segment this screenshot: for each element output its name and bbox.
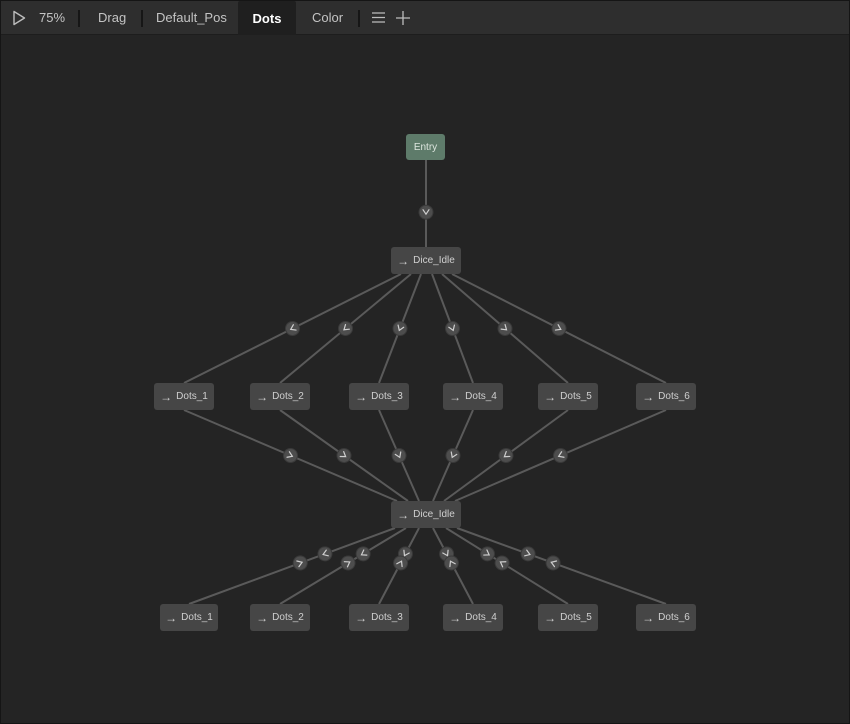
arrow-icon: → — [544, 389, 557, 404]
transition-line — [456, 527, 667, 605]
arrow-icon: → — [449, 389, 462, 404]
node-label: Dots_1 — [181, 612, 213, 623]
state-node-dots-5-lower[interactable]: → Dots_5 — [538, 604, 598, 631]
arrow-icon: → — [642, 389, 655, 404]
node-label: Dots_1 — [176, 391, 208, 402]
node-label: Dots_2 — [272, 612, 304, 623]
entry-node[interactable]: Entry — [406, 134, 445, 160]
transition-marker-icon[interactable] — [390, 446, 408, 464]
transition-marker-icon[interactable] — [281, 446, 299, 464]
add-tab-button[interactable] — [395, 1, 411, 34]
tab-default-pos[interactable]: Default_Pos — [156, 1, 227, 34]
state-node-dots-4-upper[interactable]: → Dots_4 — [443, 383, 503, 410]
node-label: Dots_5 — [560, 391, 592, 402]
node-label: Dots_4 — [465, 612, 497, 623]
state-node-dots-3-upper[interactable]: → Dots_3 — [349, 383, 409, 410]
transition-marker-icon[interactable] — [492, 553, 511, 572]
menu-icon — [371, 12, 385, 23]
node-label: Entry — [413, 141, 438, 153]
transition-marker-icon[interactable] — [283, 319, 302, 338]
arrow-icon: → — [449, 610, 462, 625]
transition-marker-icon[interactable] — [334, 446, 354, 466]
state-node-dice-idle-top[interactable]: → Dice_Idle — [391, 247, 461, 274]
transition-marker-icon[interactable] — [519, 545, 537, 563]
transition-marker-icon[interactable] — [550, 319, 569, 338]
node-label: Dice_Idle — [413, 255, 455, 266]
graph-canvas[interactable]: Entry → Dice_Idle → Dots_1 → Dots_2 → Dots_3 → Dot… — [1, 35, 849, 723]
arrow-icon: → — [165, 610, 178, 625]
tab-color[interactable]: Color — [312, 1, 343, 34]
transition-marker-icon[interactable] — [551, 446, 569, 464]
node-label: Dots_4 — [465, 391, 497, 402]
arrow-icon: → — [544, 610, 557, 625]
node-label: Dots_3 — [371, 612, 403, 623]
transition-marker-icon[interactable] — [496, 446, 516, 466]
menu-button[interactable] — [370, 1, 386, 34]
state-node-dots-6-upper[interactable]: → Dots_6 — [636, 383, 696, 410]
plus-icon — [396, 10, 410, 25]
arrow-icon: → — [256, 389, 269, 404]
node-label: Dots_3 — [371, 391, 403, 402]
state-node-dots-1-lower[interactable]: → Dots_1 — [160, 604, 218, 631]
transition-marker-icon[interactable] — [354, 544, 373, 563]
state-node-dice-idle-bottom[interactable]: → Dice_Idle — [391, 501, 461, 528]
node-label: Dots_6 — [658, 612, 690, 623]
state-node-dots-5-upper[interactable]: → Dots_5 — [538, 383, 598, 410]
arrow-icon: → — [397, 507, 410, 522]
play-icon — [13, 10, 26, 25]
transition-marker-icon[interactable] — [443, 319, 461, 337]
divider — [78, 10, 80, 27]
transition-marker-icon[interactable] — [444, 446, 462, 464]
arrow-icon: → — [642, 610, 655, 625]
state-machine-editor: 75% Drag Default_Pos Dots Color Entry → Di… — [1, 1, 849, 723]
transition-marker-icon[interactable] — [338, 553, 357, 572]
tab-drag[interactable]: Drag — [98, 1, 126, 34]
node-label: Dots_5 — [560, 612, 592, 623]
tab-dots[interactable]: Dots — [238, 1, 296, 35]
state-node-dots-3-lower[interactable]: → Dots_3 — [349, 604, 409, 631]
divider — [358, 10, 360, 27]
transition-marker-icon[interactable] — [478, 544, 497, 563]
transition-marker-icon[interactable] — [418, 204, 434, 220]
divider — [141, 10, 143, 27]
arrow-icon: → — [256, 610, 269, 625]
state-node-dots-4-lower[interactable]: → Dots_4 — [443, 604, 503, 631]
transition-marker-icon[interactable] — [291, 554, 309, 572]
node-label: Dots_2 — [272, 391, 304, 402]
state-node-dots-2-lower[interactable]: → Dots_2 — [250, 604, 310, 631]
arrow-icon: → — [355, 389, 368, 404]
state-node-dots-1-upper[interactable]: → Dots_1 — [154, 383, 214, 410]
transition-marker-icon[interactable] — [316, 545, 334, 563]
tab-bar: 75% Drag Default_Pos Dots Color — [1, 1, 849, 35]
transition-line — [188, 527, 396, 605]
arrow-icon: → — [397, 253, 410, 268]
node-label: Dice_Idle — [413, 509, 455, 520]
play-button[interactable] — [9, 1, 29, 34]
arrow-icon: → — [160, 389, 173, 404]
arrow-icon: → — [355, 610, 368, 625]
zoom-level[interactable]: 75% — [39, 1, 65, 34]
state-node-dots-6-lower[interactable]: → Dots_6 — [636, 604, 696, 631]
state-node-dots-2-upper[interactable]: → Dots_2 — [250, 383, 310, 410]
transition-marker-icon[interactable] — [391, 319, 409, 337]
node-label: Dots_6 — [658, 391, 690, 402]
transition-marker-icon[interactable] — [544, 554, 562, 572]
